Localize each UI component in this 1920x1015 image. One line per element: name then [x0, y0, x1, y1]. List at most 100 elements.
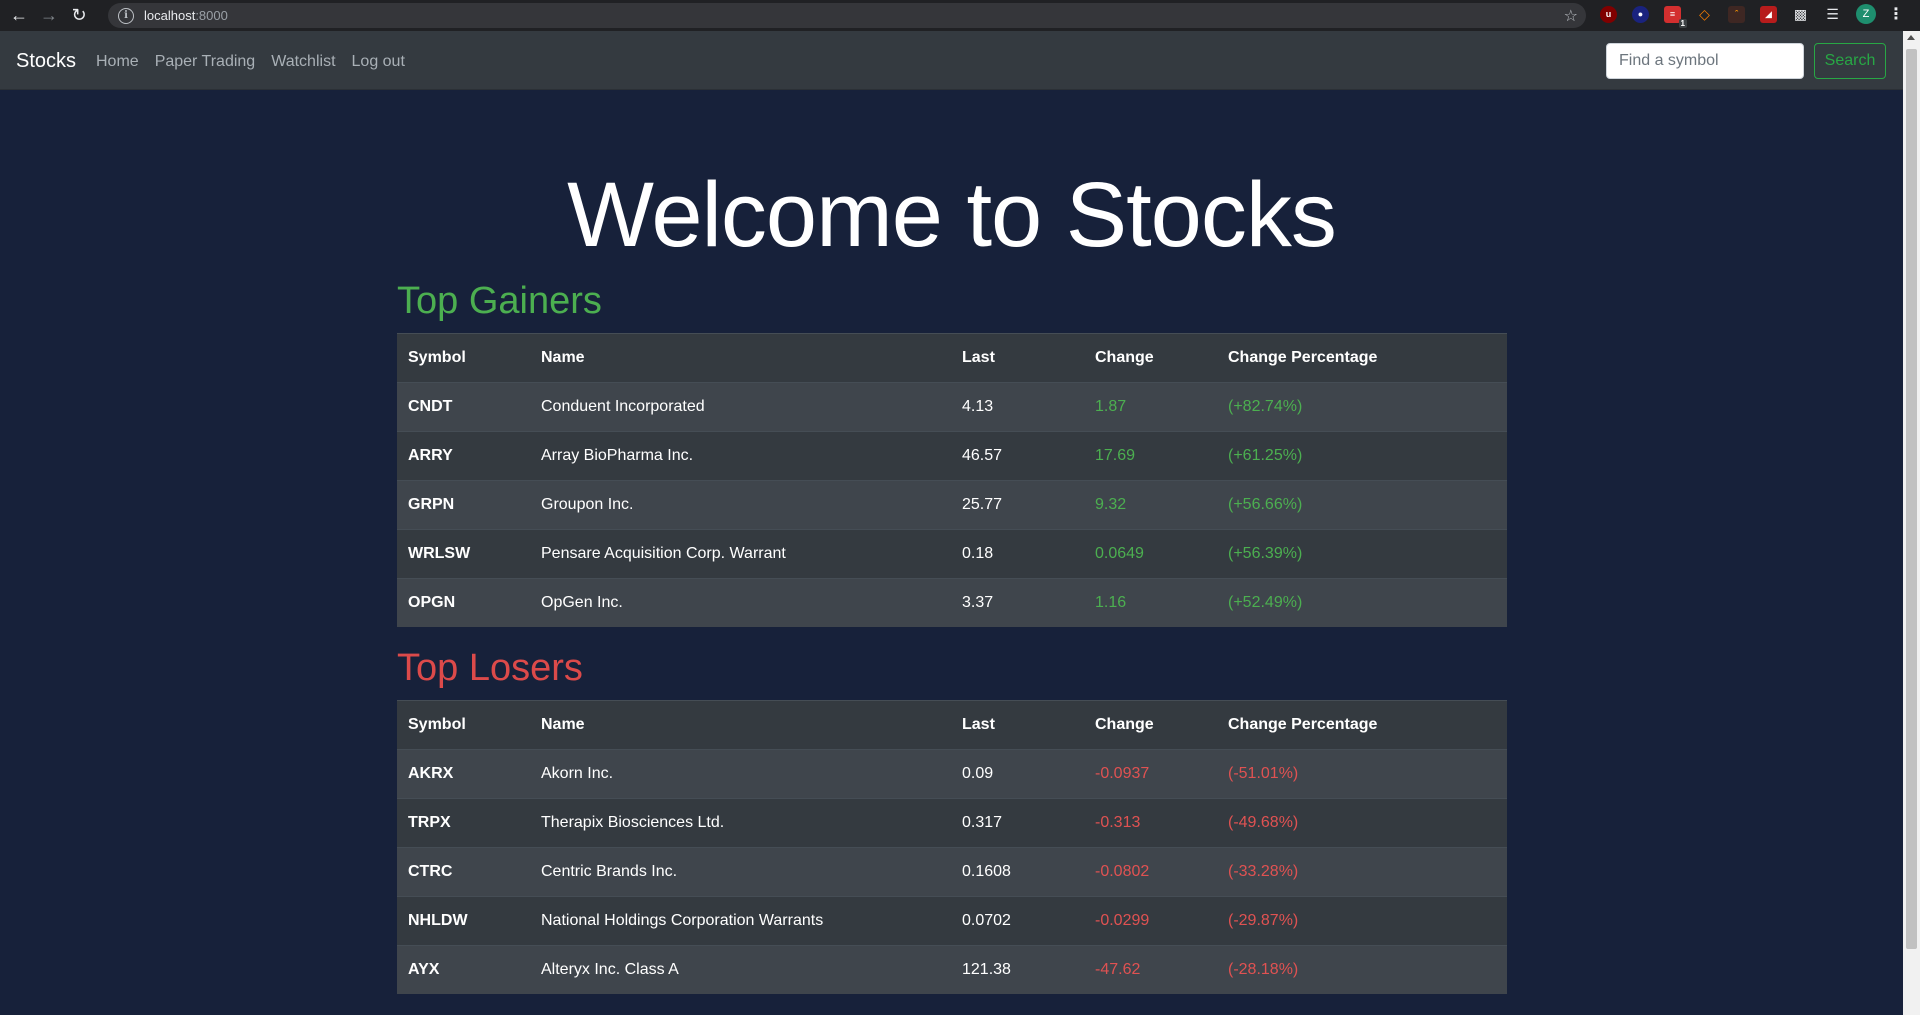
name-cell: Groupon Inc.	[530, 480, 951, 530]
last-cell: 0.09	[951, 749, 1084, 799]
page-scrollbar[interactable]	[1903, 31, 1920, 1015]
address-bar[interactable]: i localhost:8000 ☆	[108, 3, 1586, 28]
table-row: NHLDW National Holdings Corporation Warr…	[397, 896, 1507, 946]
back-arrow-icon[interactable]: ←	[8, 5, 30, 27]
scroll-up-arrow-icon[interactable]	[1907, 35, 1915, 40]
more-menu-icon[interactable]: ⋮	[1888, 4, 1904, 24]
change-cell: 1.16	[1084, 578, 1217, 627]
symbol-cell: OPGN	[397, 578, 530, 627]
site-info-icon[interactable]: i	[118, 7, 134, 24]
bookmark-star-icon[interactable]: ☆	[1564, 6, 1578, 26]
change-percentage-cell: (-33.28%)	[1217, 847, 1507, 897]
column-header: Symbol	[397, 700, 530, 750]
change-cell: -0.0299	[1084, 896, 1217, 946]
symbol-cell: GRPN	[397, 480, 530, 530]
page-title: Welcome to Stocks	[567, 164, 1337, 266]
nav-link-paper-trading[interactable]: Paper Trading	[155, 53, 256, 71]
nav-link-home[interactable]: Home	[96, 53, 139, 71]
change-cell: -0.0802	[1084, 847, 1217, 897]
table-row: CNDT Conduent Incorporated 4.13 1.87 (+8…	[397, 382, 1507, 432]
change-cell: 9.32	[1084, 480, 1217, 530]
losers-heading: Top Losers	[397, 647, 583, 689]
column-header: Change Percentage	[1217, 700, 1507, 750]
column-header: Name	[530, 333, 951, 383]
name-cell: Akorn Inc.	[530, 749, 951, 799]
diamond-extension-icon[interactable]: ◇	[1696, 6, 1713, 23]
extension-badge: 1	[1678, 18, 1687, 28]
name-cell: Conduent Incorporated	[530, 382, 951, 432]
change-percentage-cell: (+82.74%)	[1217, 382, 1507, 432]
last-cell: 46.57	[951, 431, 1084, 481]
column-header: Change Percentage	[1217, 333, 1507, 383]
navbar-brand[interactable]: Stocks	[16, 50, 76, 73]
change-cell: 17.69	[1084, 431, 1217, 481]
table-row: ARRY Array BioPharma Inc. 46.57 17.69 (+…	[397, 431, 1507, 481]
symbol-cell: ARRY	[397, 431, 530, 481]
symbol-cell: AYX	[397, 945, 530, 994]
name-cell: National Holdings Corporation Warrants	[530, 896, 951, 946]
nav-link-watchlist[interactable]: Watchlist	[271, 53, 335, 71]
address-url: localhost:8000	[144, 8, 228, 23]
change-cell: -0.0937	[1084, 749, 1217, 799]
last-cell: 0.1608	[951, 847, 1084, 897]
gainers-table: Symbol Name Last Change Change Percentag…	[397, 333, 1507, 627]
column-header: Change	[1084, 333, 1217, 383]
reading-list-icon[interactable]: ☰	[1824, 6, 1841, 23]
change-percentage-cell: (-28.18%)	[1217, 945, 1507, 994]
chevron-extension-icon[interactable]: ˆ	[1728, 5, 1745, 23]
symbol-cell: AKRX	[397, 749, 530, 799]
change-cell: 1.87	[1084, 382, 1217, 432]
last-cell: 0.18	[951, 529, 1084, 579]
table-row: OPGN OpGen Inc. 3.37 1.16 (+52.49%)	[397, 578, 1507, 627]
change-percentage-cell: (+56.39%)	[1217, 529, 1507, 579]
table-row: WRLSW Pensare Acquisition Corp. Warrant …	[397, 529, 1507, 579]
change-percentage-cell: (+52.49%)	[1217, 578, 1507, 627]
change-percentage-cell: (+61.25%)	[1217, 431, 1507, 481]
table-row: GRPN Groupon Inc. 25.77 9.32 (+56.66%)	[397, 480, 1507, 530]
last-cell: 25.77	[951, 480, 1084, 530]
nav-link-logout[interactable]: Log out	[352, 53, 405, 71]
name-cell: Therapix Biosciences Ltd.	[530, 798, 951, 848]
column-header: Name	[530, 700, 951, 750]
change-percentage-cell: (-51.01%)	[1217, 749, 1507, 799]
column-header: Last	[951, 700, 1084, 750]
todoist-extension-icon[interactable]: ≡ 1	[1664, 5, 1687, 28]
change-cell: -0.313	[1084, 798, 1217, 848]
scrollbar-thumb[interactable]	[1906, 49, 1917, 949]
column-header: Last	[951, 333, 1084, 383]
globe-extension-icon[interactable]: ●	[1632, 5, 1649, 23]
ublock-extension-icon[interactable]: u	[1600, 5, 1617, 23]
forward-arrow-icon[interactable]: →	[38, 5, 60, 27]
table-header-row: Symbol Name Last Change Change Percentag…	[397, 700, 1507, 750]
symbol-cell: CTRC	[397, 847, 530, 897]
name-cell: Pensare Acquisition Corp. Warrant	[530, 529, 951, 579]
gainers-heading: Top Gainers	[397, 280, 602, 322]
table-header-row: Symbol Name Last Change Change Percentag…	[397, 333, 1507, 383]
table-row: AKRX Akorn Inc. 0.09 -0.0937 (-51.01%)	[397, 749, 1507, 799]
table-row: TRPX Therapix Biosciences Ltd. 0.317 -0.…	[397, 798, 1507, 848]
nav-links: Home Paper Trading Watchlist Log out	[96, 53, 421, 71]
browser-toolbar: ← → ↻ i localhost:8000 ☆ u ● ≡ 1 ◇ ˆ ◢ ▩ …	[0, 0, 1920, 31]
last-cell: 121.38	[951, 945, 1084, 994]
change-percentage-cell: (-29.87%)	[1217, 896, 1507, 946]
name-cell: Alteryx Inc. Class A	[530, 945, 951, 994]
puzzle-extensions-icon[interactable]: ▩	[1792, 6, 1809, 23]
symbol-search-input[interactable]: Find a symbol	[1606, 43, 1804, 79]
symbol-cell: NHLDW	[397, 896, 530, 946]
change-cell: 0.0649	[1084, 529, 1217, 579]
red-extension-icon[interactable]: ◢	[1760, 5, 1777, 23]
change-cell: -47.62	[1084, 945, 1217, 994]
column-header: Symbol	[397, 333, 530, 383]
profile-avatar[interactable]: Z	[1856, 4, 1876, 24]
last-cell: 0.317	[951, 798, 1084, 848]
losers-table: Symbol Name Last Change Change Percentag…	[397, 700, 1507, 994]
search-button[interactable]: Search	[1814, 43, 1886, 79]
last-cell: 0.0702	[951, 896, 1084, 946]
table-row: AYX Alteryx Inc. Class A 121.38 -47.62 (…	[397, 945, 1507, 994]
extensions-tray: u ● ≡ 1 ◇ ˆ ◢ ▩ ☰ Z ⋮	[1600, 4, 1904, 28]
symbol-cell: CNDT	[397, 382, 530, 432]
symbol-cell: TRPX	[397, 798, 530, 848]
reload-icon[interactable]: ↻	[68, 5, 90, 27]
change-percentage-cell: (-49.68%)	[1217, 798, 1507, 848]
column-header: Change	[1084, 700, 1217, 750]
